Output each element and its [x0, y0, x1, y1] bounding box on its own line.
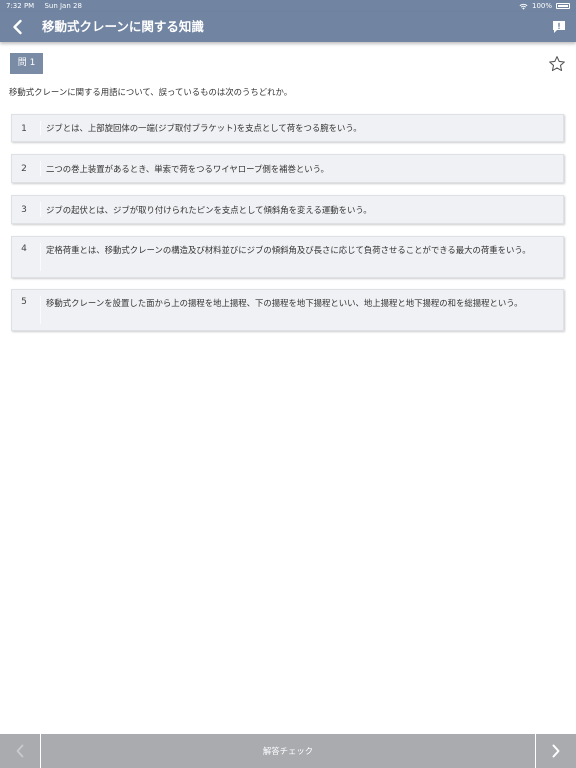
choice-text: ジブとは、上部旋回体の一端(ジブ取付ブラケット)を支点として荷をつる腕をいう。: [46, 123, 362, 133]
choice-item-3[interactable]: 3 ジブの起伏とは、ジブが取り付けられたピンを支点として傾斜角を変える運動をいう…: [11, 195, 564, 224]
star-outline-icon: [549, 56, 565, 72]
page-title: 移動式クレーンに関する知識: [42, 19, 204, 34]
choice-text: 二つの巻上装置があるとき、単索で荷をつるワイヤロープ側を補巻という。: [46, 164, 329, 174]
choice-number: 2: [21, 164, 27, 174]
chevron-left-icon: [16, 744, 24, 758]
nav-bar: 移動式クレーンに関する知識: [0, 12, 576, 42]
choice-divider: [40, 161, 41, 176]
choice-item-4[interactable]: 4 定格荷重とは、移動式クレーンの構造及び材料並びにジブの傾斜角及び長さに応じて…: [11, 236, 564, 278]
choice-number: 4: [21, 244, 27, 254]
status-time: 7:32 PM: [6, 2, 35, 10]
choice-number: 1: [21, 124, 27, 134]
chevron-right-icon: [552, 744, 560, 758]
chevron-left-icon: [13, 19, 22, 35]
choice-number: 5: [21, 297, 27, 307]
status-date: Sun Jan 28: [44, 2, 82, 10]
next-question-button[interactable]: [536, 734, 576, 768]
back-button[interactable]: [6, 15, 30, 39]
question-number-badge: 問 1: [10, 53, 43, 74]
battery-icon: [556, 3, 570, 9]
choice-text: 移動式クレーンを設置した面から上の揚程を地上揚程、下の揚程を地下揚程といい、地上…: [46, 298, 523, 308]
wifi-icon: [519, 3, 528, 10]
choice-divider: [40, 202, 41, 217]
choice-divider: [40, 296, 41, 324]
choice-number: 3: [21, 205, 27, 215]
previous-question-button[interactable]: [0, 734, 40, 768]
choice-divider: [40, 243, 41, 271]
status-right: 100%: [519, 2, 570, 10]
battery-percent: 100%: [531, 2, 552, 10]
choice-item-2[interactable]: 2 二つの巻上装置があるとき、単索で荷をつるワイヤロープ側を補巻という。: [11, 154, 564, 183]
comment-icon: [553, 21, 565, 33]
choice-item-5[interactable]: 5 移動式クレーンを設置した面から上の揚程を地上揚程、下の揚程を地下揚程といい、…: [11, 289, 564, 331]
choice-text: 定格荷重とは、移動式クレーンの構造及び材料並びにジブの傾斜角及び長さに応じて負荷…: [46, 245, 531, 255]
choice-divider: [40, 121, 41, 135]
bookmark-button[interactable]: [548, 55, 566, 73]
status-left: 7:32 PM Sun Jan 28: [6, 2, 90, 10]
status-bar: 7:32 PM Sun Jan 28 100%: [0, 0, 576, 12]
comment-button[interactable]: [550, 18, 568, 36]
choice-item-1[interactable]: 1 ジブとは、上部旋回体の一端(ジブ取付ブラケット)を支点として荷をつる腕をいう…: [11, 114, 564, 142]
answer-check-button[interactable]: 解答チェック: [41, 734, 535, 768]
bottom-toolbar: 解答チェック: [0, 734, 576, 768]
choice-text: ジブの起伏とは、ジブが取り付けられたピンを支点として傾斜角を変える運動をいう。: [46, 205, 372, 215]
question-text: 移動式クレーンに関する用語について、誤っているものは次のうちどれか。: [9, 87, 293, 97]
